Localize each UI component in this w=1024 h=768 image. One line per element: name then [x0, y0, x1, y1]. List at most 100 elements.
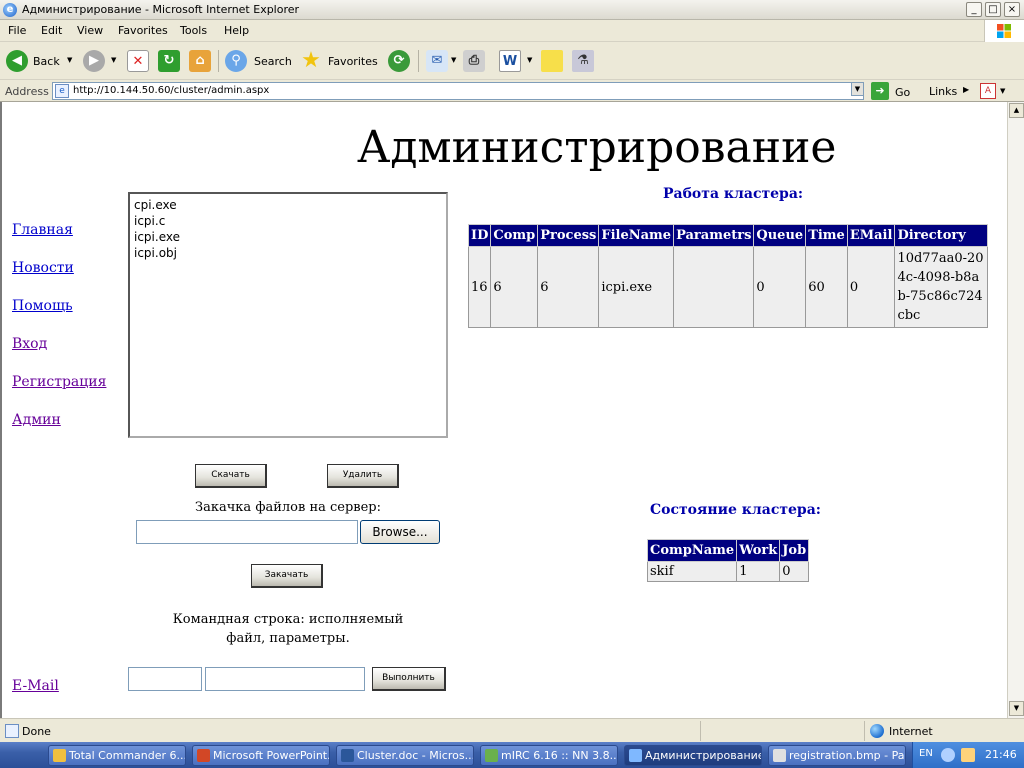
links-button[interactable]: Links [929, 85, 957, 98]
pdf-dropdown-icon[interactable]: ▼ [1000, 87, 1005, 95]
minimize-button[interactable]: _ [966, 2, 982, 17]
internet-zone-globe-icon [870, 724, 884, 738]
history-icon[interactable]: ⟳ [388, 50, 410, 72]
table-cell: icpi.exe [598, 246, 675, 328]
language-indicator[interactable]: EN [919, 748, 933, 759]
address-label: Address [5, 85, 49, 98]
title-bar[interactable]: e Администрирование - Microsoft Internet… [0, 0, 1024, 20]
menu-tools[interactable]: Tools [180, 24, 207, 37]
window-title: Администрирование - Microsoft Internet E… [22, 3, 300, 16]
column-header: FileName [598, 224, 675, 247]
forward-arrow-icon[interactable]: ▶ [83, 50, 105, 72]
parameters-input[interactable] [205, 667, 365, 691]
download-button[interactable]: Скачать [195, 464, 267, 488]
upload-label: Закачка файлов на сервер: [194, 500, 381, 515]
internet-explorer-icon: e [3, 3, 17, 17]
print-icon[interactable]: ⎙ [463, 50, 485, 72]
maximize-button[interactable]: □ [985, 2, 1001, 17]
column-header: Directory [894, 224, 988, 247]
tray-app-icon[interactable] [961, 748, 975, 762]
menu-favorites[interactable]: Favorites [118, 24, 168, 37]
tray-clock[interactable]: 21:46 [985, 748, 1017, 761]
upload-button[interactable]: Закачать [251, 564, 323, 588]
column-header: Job [779, 539, 810, 562]
list-item[interactable]: icpi.c [134, 213, 442, 229]
command-line-label: Командная строка: исполняемый файл, пара… [172, 612, 404, 646]
nav-link-help[interactable]: Помощь [12, 298, 73, 314]
page-title: Администрирование [357, 122, 837, 173]
address-url[interactable]: http://10.144.50.60/cluster/admin.aspx [73, 85, 269, 96]
forward-dropdown-icon[interactable]: ▼ [111, 56, 116, 64]
column-header: ID [467, 224, 492, 247]
scroll-down-icon[interactable]: ▼ [1009, 701, 1024, 716]
taskbar-button[interactable]: Microsoft PowerPoint... [192, 745, 330, 766]
favorites-button-label[interactable]: Favorites [328, 55, 378, 68]
status-divider [700, 721, 701, 741]
home-icon[interactable]: ⌂ [189, 50, 211, 72]
menu-view[interactable]: View [77, 24, 103, 37]
scroll-up-icon[interactable]: ▲ [1009, 103, 1024, 118]
paint-icon [773, 749, 786, 762]
list-item[interactable]: icpi.obj [134, 245, 442, 261]
address-input[interactable]: e http://10.144.50.60/cluster/admin.aspx [52, 82, 864, 100]
nav-link-login[interactable]: Вход [12, 336, 47, 352]
nav-link-news[interactable]: Новости [12, 260, 74, 276]
refresh-icon[interactable]: ↻ [158, 50, 180, 72]
mail-icon[interactable]: ✉ [426, 50, 448, 72]
column-header: Queue [753, 224, 807, 247]
email-link[interactable]: E-Mail [12, 678, 59, 694]
back-arrow-icon[interactable]: ◀ [6, 50, 28, 72]
vertical-scrollbar[interactable]: ▲ ▼ [1007, 102, 1024, 718]
column-header: Process [537, 224, 600, 247]
taskbar-button[interactable]: registration.bmp - Pa... [768, 745, 906, 766]
go-arrow-icon[interactable]: ➜ [871, 82, 889, 100]
links-chevron-icon[interactable]: ▶ [963, 85, 969, 94]
tray-network-icon[interactable] [941, 748, 955, 762]
stop-icon[interactable]: ✕ [127, 50, 149, 72]
list-item[interactable]: cpi.exe [134, 197, 442, 213]
file-listbox[interactable]: cpi.exe icpi.c icpi.exe icpi.obj [128, 192, 448, 438]
nav-link-home[interactable]: Главная [12, 222, 73, 238]
close-button[interactable]: × [1004, 2, 1020, 17]
table-cell: skif [646, 561, 738, 582]
research-icon[interactable]: ⚗ [572, 50, 594, 72]
status-text: Done [22, 725, 51, 738]
back-button-label[interactable]: Back [33, 55, 60, 68]
menu-edit[interactable]: Edit [41, 24, 62, 37]
taskbar-button[interactable]: Total Commander 6.... [48, 745, 186, 766]
back-dropdown-icon[interactable]: ▼ [67, 56, 72, 64]
mail-dropdown-icon[interactable]: ▼ [451, 56, 456, 64]
column-header: CompName [646, 539, 738, 562]
word-edit-icon[interactable]: W [499, 50, 521, 72]
list-item[interactable]: icpi.exe [134, 229, 442, 245]
pdf-icon[interactable]: A [980, 83, 996, 99]
search-icon[interactable]: ⚲ [225, 50, 247, 72]
executable-input[interactable] [128, 667, 202, 691]
browse-button[interactable]: Browse... [360, 520, 440, 544]
internet-explorer-icon [629, 749, 642, 762]
toolbar: ◀ Back ▼ ▶ ▼ ✕ ↻ ⌂ ⚲ Search ★ Favorites … [0, 42, 1024, 80]
address-dropdown-icon[interactable]: ▼ [851, 82, 864, 96]
windows-flag-icon [997, 24, 1011, 38]
column-header: Parametrs [673, 224, 755, 247]
upload-file-input[interactable] [136, 520, 358, 544]
menu-help[interactable]: Help [224, 24, 249, 37]
taskbar-button[interactable]: Cluster.doc - Micros... [336, 745, 474, 766]
notes-icon[interactable] [541, 50, 563, 72]
menu-file[interactable]: File [8, 24, 26, 37]
table-cell: 6 [490, 246, 539, 328]
edit-dropdown-icon[interactable]: ▼ [527, 56, 532, 64]
taskbar-button-active[interactable]: Администрирование ... [624, 745, 762, 766]
go-button-label[interactable]: Go [895, 86, 910, 99]
security-zone-text: Internet [889, 725, 933, 738]
table-cell: 0 [753, 246, 807, 328]
search-button-label[interactable]: Search [254, 55, 292, 68]
nav-link-admin[interactable]: Админ [12, 412, 61, 428]
execute-button[interactable]: Выполнить [372, 667, 446, 691]
nav-link-register[interactable]: Регистрация [12, 374, 106, 390]
address-bar: Address e http://10.144.50.60/cluster/ad… [0, 80, 1024, 102]
favorites-star-icon[interactable]: ★ [300, 50, 322, 72]
taskbar-button[interactable]: mIRC 6.16 :: NN 3.8... [480, 745, 618, 766]
delete-button[interactable]: Удалить [327, 464, 399, 488]
status-divider [864, 721, 865, 741]
